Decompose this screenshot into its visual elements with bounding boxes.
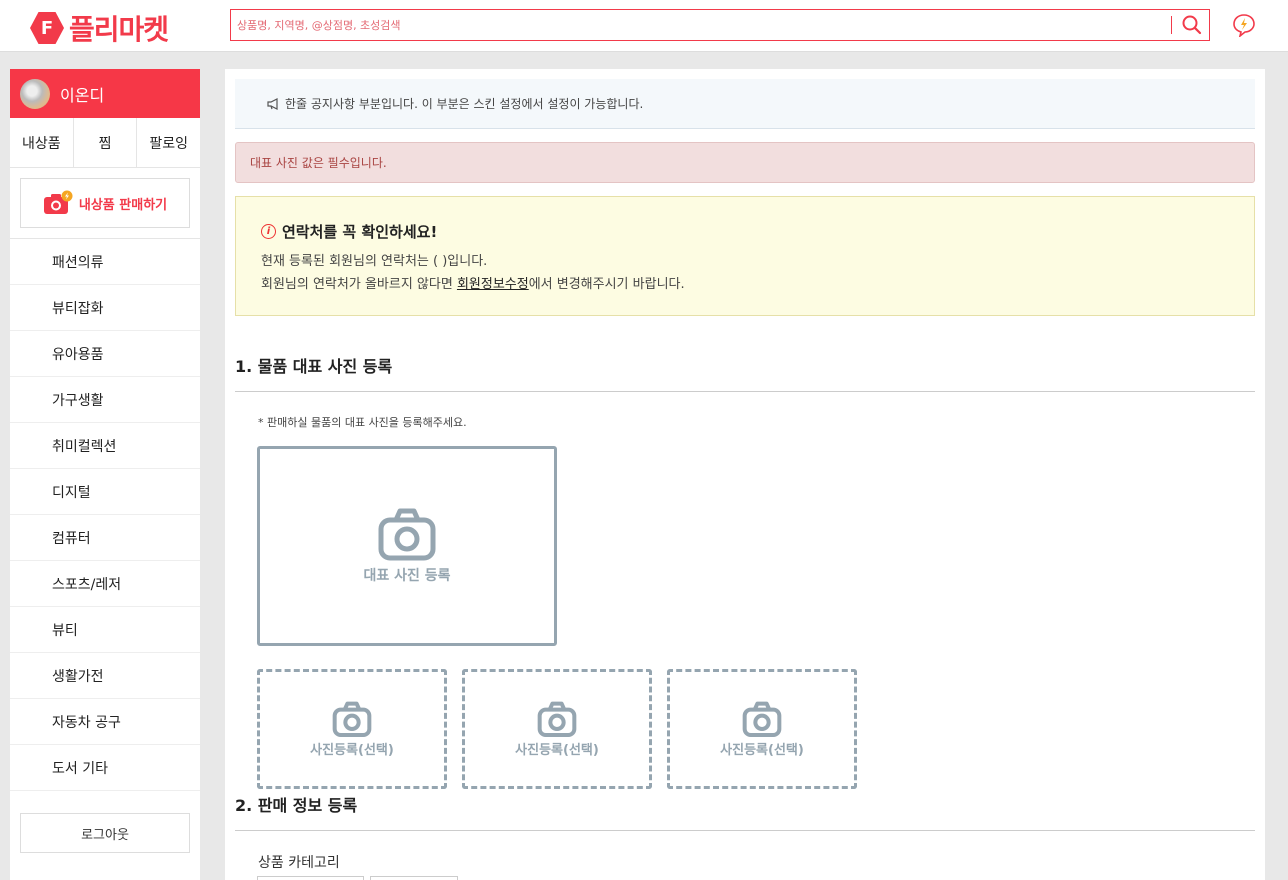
search-bar [230,9,1210,41]
camera-icon [332,701,372,737]
logout-button[interactable]: 로그아웃 [20,813,190,853]
sub-photo-upload-2[interactable]: 사진등록(선택) [462,669,652,789]
logo[interactable]: F 플리마켓 [30,8,169,48]
megaphone-icon [267,97,278,110]
sidebar-tabs: 내상품 찜 팔로잉 [10,118,200,168]
camera-icon [537,701,577,737]
category-field-label: 상품 카테고리 [258,855,340,871]
category-item[interactable]: 생활가전 [10,653,200,699]
sub-photo-label: 사진등록(선택) [720,742,804,758]
category-item[interactable]: 자동차 공구 [10,699,200,745]
tab-wishlist[interactable]: 찜 [74,118,138,167]
warning-line-1: 현재 등록된 회원님의 연락처는 ( )입니다. [261,254,488,269]
category-item[interactable]: 컴퓨터 [10,515,200,561]
info-icon: i [261,224,276,239]
category-select-1[interactable] [257,876,364,880]
warning-line-2-suffix: 에서 변경해주시기 바랍니다. [528,277,685,292]
category-item[interactable]: 가구생활 [10,377,200,423]
category-item[interactable]: 유아용품 [10,331,200,377]
error-alert: 대표 사진 값은 필수입니다. [235,142,1255,183]
main-content: 한줄 공지사항 부분입니다. 이 부분은 스킨 설정에서 설정이 가능합니다. … [225,69,1265,880]
tab-following[interactable]: 팔로잉 [137,118,200,167]
category-list: 패션의류 뷰티잡화 유아용품 가구생활 취미컬렉션 디지털 컴퓨터 스포츠/레저… [10,239,200,791]
sell-product-button[interactable]: 내상품 판매하기 [20,178,190,228]
warning-title-text: 연락처를 꼭 확인하세요! [282,223,438,241]
search-icon [1182,15,1202,35]
notice-bar: 한줄 공지사항 부분입니다. 이 부분은 스킨 설정에서 설정이 가능합니다. [235,79,1255,129]
profile-header[interactable]: 이온디 [10,69,200,118]
camera-bolt-icon [43,190,73,214]
category-item[interactable]: 도서 기타 [10,745,200,791]
category-item[interactable]: 패션의류 [10,239,200,285]
lightning-chat-icon[interactable] [1232,13,1256,39]
category-item[interactable]: 취미컬렉션 [10,423,200,469]
search-input[interactable] [237,10,1157,40]
category-item[interactable]: 뷰티잡화 [10,285,200,331]
main-photo-label: 대표 사진 등록 [363,568,451,584]
sub-photo-label: 사진등록(선택) [310,742,394,758]
warning-line-2: 회원님의 연락처가 올바르지 않다면 회원정보수정에서 변경해주시기 바랍니다. [261,273,1229,292]
camera-icon [742,701,782,737]
sub-photo-label: 사진등록(선택) [515,742,599,758]
contact-warning: i 연락처를 꼭 확인하세요! 현재 등록된 회원님의 연락처는 ( )입니다.… [235,196,1255,316]
category-item[interactable]: 디지털 [10,469,200,515]
search-button[interactable] [1181,14,1203,36]
search-divider [1171,16,1172,34]
category-select-2[interactable] [370,876,458,880]
warning-line-2-prefix: 회원님의 연락처가 올바르지 않다면 [261,277,457,292]
top-header: F 플리마켓 [0,0,1288,52]
category-item[interactable]: 뷰티 [10,607,200,653]
sell-button-label: 내상품 판매하기 [78,197,168,213]
logo-text: 플리마켓 [69,13,169,46]
sub-photo-upload-1[interactable]: 사진등록(선택) [257,669,447,789]
category-item[interactable]: 스포츠/레저 [10,561,200,607]
sell-button-wrap: 내상품 판매하기 [10,168,200,239]
section-title-sale-info: 2. 판매 정보 등록 [235,792,1255,831]
warning-title: i 연락처를 꼭 확인하세요! [261,221,1229,242]
avatar [20,78,50,109]
sub-photo-upload-3[interactable]: 사진등록(선택) [667,669,857,789]
profile-name: 이온디 [60,85,105,105]
edit-member-info-link[interactable]: 회원정보수정 [457,277,529,292]
section-title-photos: 1. 물품 대표 사진 등록 [235,353,1255,392]
camera-icon [378,508,436,561]
main-photo-upload[interactable]: 대표 사진 등록 [257,446,557,646]
tab-my-products[interactable]: 내상품 [10,118,74,167]
photo-hint: * 판매하실 물품의 대표 사진을 등록해주세요. [258,416,467,429]
notice-text: 한줄 공지사항 부분입니다. 이 부분은 스킨 설정에서 설정이 가능합니다. [285,97,644,111]
logo-mark: F [30,12,64,44]
sidebar: 이온디 내상품 찜 팔로잉 내상품 판매하기 패션의류 뷰티잡화 유아용품 가구… [10,69,200,880]
